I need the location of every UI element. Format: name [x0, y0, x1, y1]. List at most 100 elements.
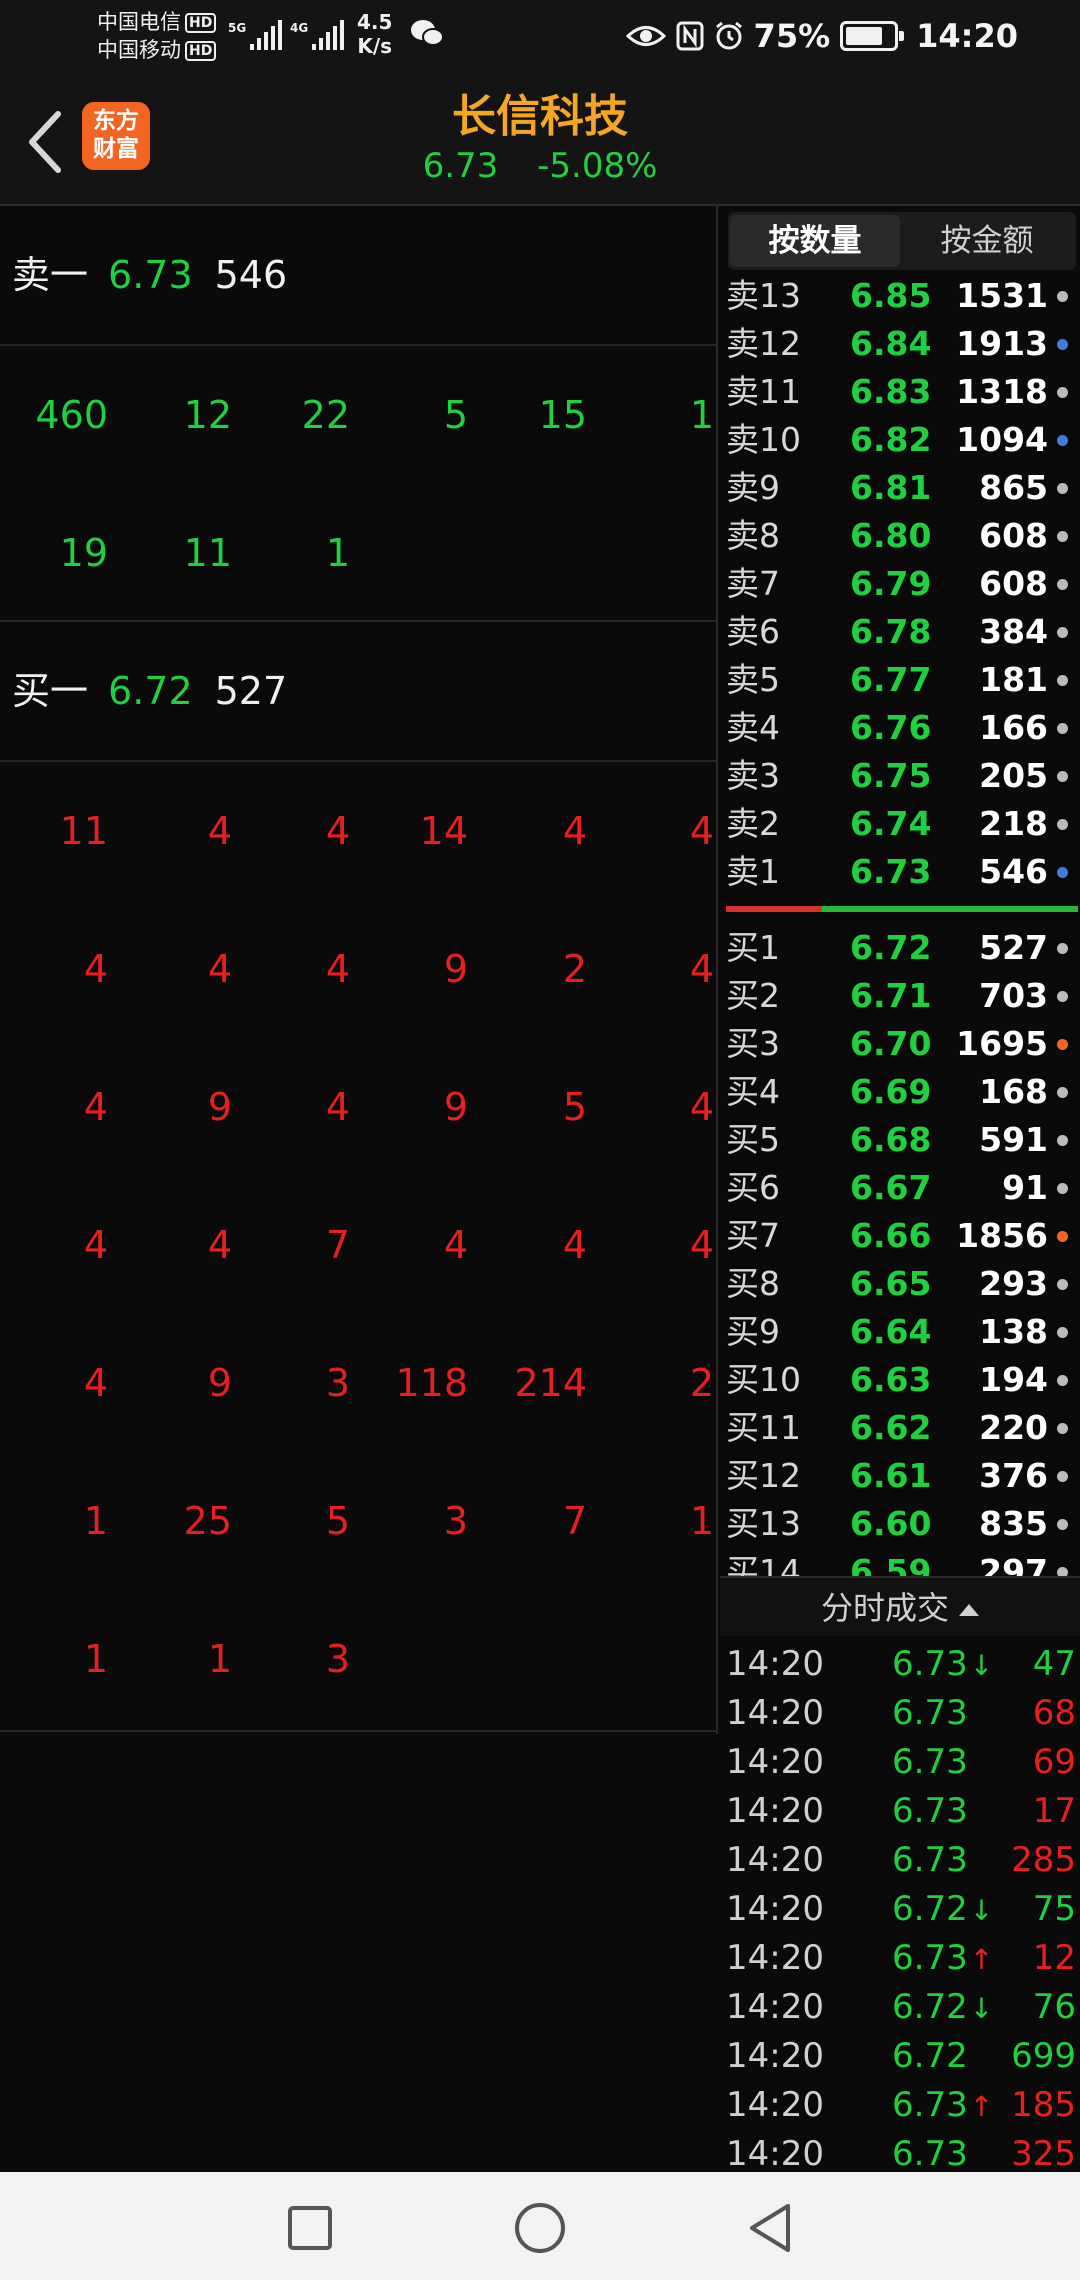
- depth-row[interactable]: 卖8 6.80 608: [720, 512, 1080, 560]
- depth-row[interactable]: 买7 6.66 1856: [720, 1212, 1080, 1260]
- tick-row[interactable]: 14:20 6.73↓ 47: [720, 1640, 1080, 1689]
- ticks-header[interactable]: 分时成交: [720, 1576, 1080, 1636]
- queue-order[interactable]: 1: [0, 1452, 714, 1590]
- depth-row[interactable]: 买1 6.72 527: [720, 924, 1080, 972]
- eye-icon: [625, 26, 666, 46]
- depth-row[interactable]: 买2 6.71 703: [720, 972, 1080, 1020]
- depth-row[interactable]: 卖11 6.83 1318: [720, 368, 1080, 416]
- queue-row: 494954: [0, 1038, 718, 1176]
- depth-row[interactable]: 买9 6.64 138: [720, 1308, 1080, 1356]
- depth-row[interactable]: 买4 6.69 168: [720, 1068, 1080, 1116]
- bid-list[interactable]: 买1 6.72 527 买2 6.71 703 买3 6.70 1695 买4 6.69 168 买5 6…: [720, 924, 1080, 1576]
- order-queue-panel: 卖一 6.73 546 460 12 22 5 15 1 19 11 1 买一 6.72 527 11 4…: [0, 206, 718, 1734]
- depth-price: 6.74: [850, 804, 932, 843]
- system-nav-bar: [0, 2172, 1080, 2280]
- depth-row[interactable]: 买5 6.68 591: [720, 1116, 1080, 1164]
- tick-row[interactable]: 14:20 6.73↑ 185: [720, 2081, 1080, 2130]
- depth-price: 6.59: [850, 1552, 932, 1576]
- depth-row[interactable]: 买12 6.61 376: [720, 1452, 1080, 1500]
- depth-row[interactable]: 卖12 6.84 1913: [720, 320, 1080, 368]
- queue-order[interactable]: 3: [0, 1590, 350, 1728]
- depth-row[interactable]: 卖7 6.79 608: [720, 560, 1080, 608]
- queue-order[interactable]: 2: [0, 1314, 714, 1452]
- tick-row[interactable]: 14:20 6.72 699: [720, 2032, 1080, 2081]
- queue-order[interactable]: 4: [0, 762, 714, 900]
- dot-icon: [1057, 675, 1068, 686]
- depth-row[interactable]: 卖9 6.81 865: [720, 464, 1080, 512]
- dot-icon: [1057, 723, 1068, 734]
- tick-price: 6.73↑: [892, 1938, 994, 1978]
- dot-icon: [1057, 991, 1068, 1002]
- depth-price: 6.71: [850, 976, 932, 1015]
- tick-time: 14:20: [726, 1644, 824, 1684]
- tick-volume: 69: [1032, 1742, 1076, 1782]
- queue-row: 460 12 22 5 15 1: [0, 346, 718, 484]
- tick-time: 14:20: [726, 2085, 824, 2125]
- depth-row[interactable]: 买8 6.65 293: [720, 1260, 1080, 1308]
- tab-by-amount[interactable]: 按金额: [902, 212, 1072, 270]
- price-change: -5.08%: [537, 146, 658, 186]
- depth-row[interactable]: 卖5 6.77 181: [720, 656, 1080, 704]
- queue-order[interactable]: 1: [0, 484, 350, 622]
- tick-row[interactable]: 14:20 6.73↑ 12: [720, 1934, 1080, 1983]
- depth-level-label: 卖4: [726, 708, 780, 747]
- queue-order[interactable]: 4: [0, 900, 714, 1038]
- tab-by-quantity[interactable]: 按数量: [730, 215, 900, 267]
- battery-percent: 75%: [753, 17, 831, 55]
- stock-header: 东方 财富 长信科技 6.73 -5.08%: [0, 72, 1080, 206]
- dot-icon: [1057, 1375, 1068, 1386]
- depth-level-label: 买2: [726, 976, 780, 1015]
- tick-volume: 285: [1011, 1840, 1076, 1880]
- depth-row[interactable]: 卖3 6.75 205: [720, 752, 1080, 800]
- depth-row[interactable]: 买13 6.60 835: [720, 1500, 1080, 1548]
- tick-list[interactable]: 14:20 6.73↓ 47 14:20 6.73 68 14:20 6.73 69 14:20 6…: [720, 1640, 1080, 2174]
- tick-row[interactable]: 14:20 6.73 69: [720, 1738, 1080, 1787]
- dot-icon: [1057, 531, 1068, 542]
- dot-icon: [1057, 771, 1068, 782]
- tick-row[interactable]: 14:20 6.72↓ 76: [720, 1983, 1080, 2032]
- depth-row[interactable]: 卖1 6.73 546: [720, 848, 1080, 896]
- price-summary: 6.73 -5.08%: [0, 146, 1080, 186]
- dot-icon: [1057, 627, 1068, 638]
- square-icon[interactable]: [282, 2200, 338, 2256]
- depth-volume: 138: [979, 1312, 1048, 1351]
- ask-list[interactable]: 卖13 6.85 1531 卖12 6.84 1913 卖11 6.83 1318 卖10 6.82…: [720, 272, 1080, 902]
- buy-one-row[interactable]: 买一 6.72 527: [0, 622, 718, 762]
- tick-row[interactable]: 14:20 6.73 285: [720, 1836, 1080, 1885]
- depth-row[interactable]: 卖13 6.85 1531: [720, 272, 1080, 320]
- depth-row[interactable]: 买6 6.67 91: [720, 1164, 1080, 1212]
- sell-queue: 460 12 22 5 15 1 19 11 1: [0, 346, 718, 622]
- depth-row[interactable]: 买14 6.59 297: [720, 1548, 1080, 1576]
- depth-price: 6.61: [850, 1456, 932, 1495]
- status-bar: 中国电信 HD 中国移动 HD 5G 4G 4.5 K/s 75% 14:20: [0, 0, 1080, 72]
- depth-row[interactable]: 卖10 6.82 1094: [720, 416, 1080, 464]
- depth-row[interactable]: 买11 6.62 220: [720, 1404, 1080, 1452]
- depth-volume: 194: [979, 1360, 1048, 1399]
- depth-level-label: 卖5: [726, 660, 780, 699]
- tick-time: 14:20: [726, 1987, 824, 2027]
- queue-order[interactable]: 1: [0, 346, 714, 484]
- depth-price: 6.70: [850, 1024, 932, 1063]
- depth-level-label: 买7: [726, 1216, 780, 1255]
- tick-price: 6.73↑: [892, 2085, 994, 2125]
- dot-icon: [1057, 1087, 1068, 1098]
- tick-volume: 47: [1032, 1644, 1076, 1684]
- queue-order[interactable]: 4: [0, 1038, 714, 1176]
- tick-row[interactable]: 14:20 6.73 68: [720, 1689, 1080, 1738]
- tick-row[interactable]: 14:20 6.73 17: [720, 1787, 1080, 1836]
- depth-row[interactable]: 卖2 6.74 218: [720, 800, 1080, 848]
- depth-level-label: 买10: [726, 1360, 801, 1399]
- tick-price: 6.73: [892, 1742, 968, 1782]
- tick-price: 6.73: [892, 1791, 968, 1831]
- sell-one-row[interactable]: 卖一 6.73 546: [0, 206, 718, 346]
- queue-order[interactable]: 4: [0, 1176, 714, 1314]
- depth-row[interactable]: 卖4 6.76 166: [720, 704, 1080, 752]
- triangle-back-icon[interactable]: [742, 2200, 798, 2256]
- circle-icon[interactable]: [512, 2200, 568, 2256]
- depth-row[interactable]: 买3 6.70 1695: [720, 1020, 1080, 1068]
- depth-level-label: 卖10: [726, 420, 801, 459]
- ratio-green: [822, 906, 1078, 912]
- depth-row[interactable]: 卖6 6.78 384: [720, 608, 1080, 656]
- depth-row[interactable]: 买10 6.63 194: [720, 1356, 1080, 1404]
- tick-row[interactable]: 14:20 6.72↓ 75: [720, 1885, 1080, 1934]
